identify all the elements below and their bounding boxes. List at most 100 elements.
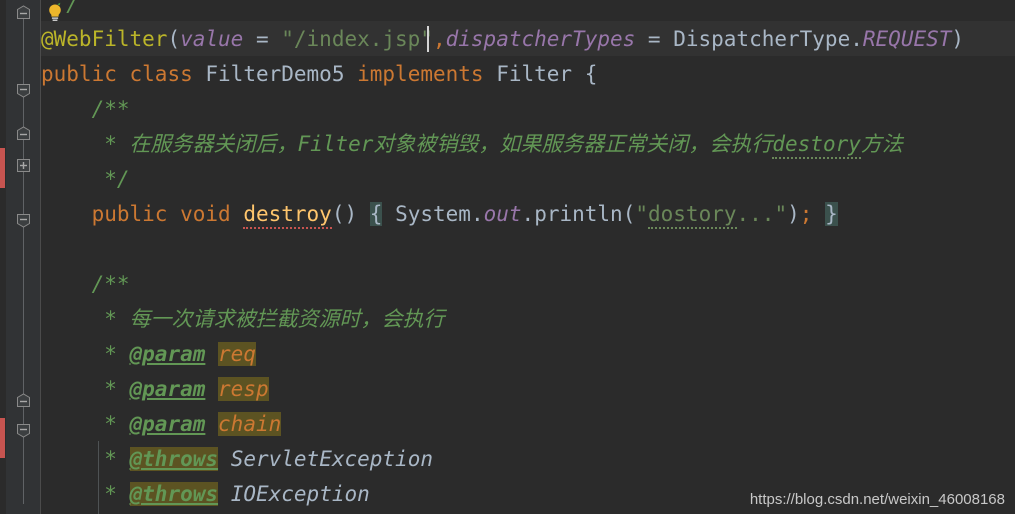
code-token: public: [41, 62, 117, 86]
vcs-change-marker[interactable]: [0, 148, 5, 188]
code-token: ): [787, 202, 800, 226]
code-token: DispatcherType: [673, 27, 851, 51]
code-token: ": [635, 202, 648, 226]
code-token: REQUEST: [862, 27, 952, 51]
code-token: ...": [736, 202, 788, 226]
code-token: value: [180, 27, 244, 51]
code-token: .: [850, 27, 863, 51]
code-token: .: [470, 202, 484, 226]
code-token: * 在服务器关闭后，Filter对象被销毁，如果服务器正常关闭，会执行: [104, 132, 773, 156]
code-token: *: [104, 342, 130, 366]
code-token: *: [104, 482, 130, 506]
code-token: destroy: [243, 202, 332, 229]
code-token: Filter: [496, 62, 573, 86]
code-line[interactable]: * 每一次请求被拦截资源时，会执行: [41, 302, 445, 337]
code-text-area[interactable]: / @WebFilter(value = "/index.jsp",dispatc…: [41, 0, 1015, 514]
code-token: public: [91, 202, 168, 226]
code-line[interactable]: */: [41, 162, 130, 197]
code-token: @WebFilter: [41, 27, 168, 51]
code-line[interactable]: * @throws IOException: [41, 477, 370, 512]
code-token: }: [825, 202, 838, 226]
code-token: *: [104, 447, 130, 471]
code-token: *: [104, 377, 130, 401]
code-token: IOException: [230, 482, 370, 506]
code-line[interactable]: /**: [41, 92, 130, 127]
code-token: req: [218, 342, 256, 366]
code-token: {: [572, 62, 598, 86]
code-line[interactable]: * 在服务器关闭后，Filter对象被销毁，如果服务器正常关闭，会执行desto…: [41, 127, 903, 162]
code-editor-window: / @WebFilter(value = "/index.jsp",dispatc…: [0, 0, 1015, 514]
lightbulb-icon[interactable]: [44, 2, 66, 24]
code-line[interactable]: * @param chain: [41, 407, 282, 442]
code-token: dostory: [648, 202, 737, 229]
code-token: /**: [91, 272, 130, 296]
code-token: @throws: [129, 447, 219, 471]
code-token: * 每一次请求被拦截资源时，会执行: [104, 307, 445, 331]
text-caret: [427, 26, 429, 52]
code-token: {: [369, 202, 383, 226]
code-token: ServletException: [230, 447, 433, 471]
code-line[interactable]: public class FilterDemo5 implements Filt…: [41, 57, 597, 92]
editor-gutter[interactable]: [6, 0, 41, 514]
fold-end-icon[interactable]: [16, 213, 31, 228]
code-line[interactable]: * @param resp: [41, 372, 269, 407]
code-token: System: [395, 202, 471, 226]
code-token: (): [331, 202, 370, 226]
code-token: chain: [218, 412, 282, 436]
code-token: /: [66, 0, 79, 16]
code-token: .println(: [521, 202, 636, 226]
code-line[interactable]: public void destroy() { System.out.print…: [41, 197, 838, 232]
code-token: out: [483, 202, 522, 226]
fold-collapse-icon[interactable]: [16, 5, 31, 20]
code-line[interactable]: * @param req: [41, 337, 256, 372]
code-token: *: [104, 412, 130, 436]
code-token: void: [180, 202, 231, 226]
code-token: /**: [91, 97, 130, 121]
fold-end-icon[interactable]: [16, 83, 31, 98]
code-token: @throws: [129, 482, 219, 506]
code-token: destory: [772, 132, 861, 159]
code-line[interactable]: @WebFilter(value = "/index.jsp",dispatch…: [41, 22, 964, 57]
code-token: =: [243, 27, 282, 51]
code-token: class: [129, 62, 193, 86]
code-token: "/index.jsp": [281, 27, 433, 51]
code-token: FilterDemo5: [205, 62, 345, 86]
watermark-text: https://blog.csdn.net/weixin_46008168: [749, 491, 1005, 508]
code-token: resp: [218, 377, 269, 401]
code-token: */: [104, 167, 130, 191]
fold-collapse-icon[interactable]: [16, 393, 31, 408]
code-token: =: [635, 27, 674, 51]
code-token: dispatcherTypes: [445, 27, 636, 51]
code-line[interactable]: * @throws ServletException: [41, 442, 433, 477]
code-token: ): [951, 27, 965, 51]
fold-end-icon[interactable]: [16, 423, 31, 438]
code-line[interactable]: /**: [41, 267, 130, 302]
fold-expand-icon[interactable]: [16, 158, 31, 173]
code-token: @param: [129, 412, 206, 436]
vcs-change-marker[interactable]: [0, 418, 5, 458]
fold-collapse-icon[interactable]: [16, 126, 31, 141]
code-token: ,: [432, 27, 446, 51]
